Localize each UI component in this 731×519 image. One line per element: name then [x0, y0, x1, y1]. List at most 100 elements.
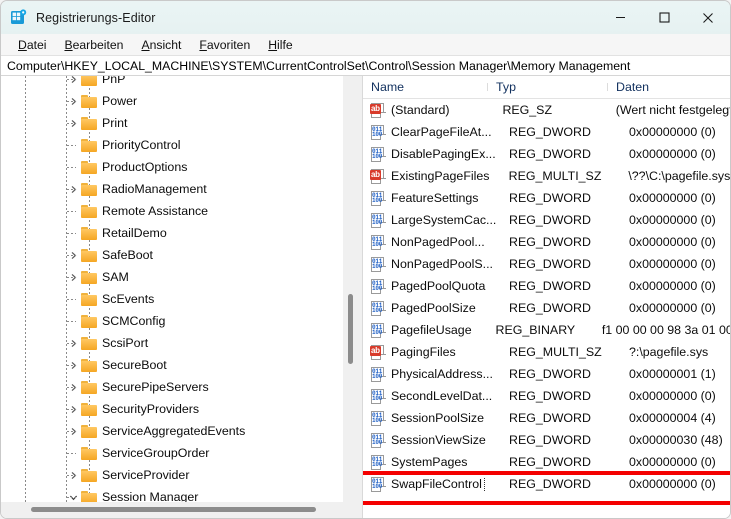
value-name: SecondLevelDat... [391, 389, 493, 403]
tree-item[interactable]: Session Manager [1, 486, 358, 502]
tree-item[interactable]: PnP [1, 76, 358, 90]
table-row[interactable]: 011 100 SystemPages REG_DWORD 0x00000000 (0) [363, 451, 730, 473]
tree-connector [67, 453, 76, 454]
value-type: REG_BINARY [495, 323, 576, 337]
value-type: REG_DWORD [509, 433, 591, 447]
tree-item[interactable]: SecureBoot [1, 354, 358, 376]
tree-connector [67, 255, 76, 256]
table-row[interactable]: 011 100 PagefileUsage REG_BINARY f1 00 00 00… [363, 319, 730, 341]
folder-icon [81, 116, 97, 130]
table-row[interactable]: ab (Standard) REG_SZ (Wert nicht festgelegt… [363, 99, 730, 121]
value-type: REG_MULTI_SZ [509, 345, 602, 359]
tree-item-label: ProductOptions [102, 160, 188, 174]
menu-item-ansicht[interactable]: Ansicht [132, 37, 190, 53]
tree-item-label: Print [102, 116, 128, 130]
tree-item-label: SAM [102, 270, 129, 284]
tree-item[interactable]: ProductOptions [1, 156, 358, 178]
tree-item[interactable]: SafeBoot [1, 244, 358, 266]
table-row[interactable]: 011 100 NonPagedPoolS... REG_DWORD 0x0000000… [363, 253, 730, 275]
value-data: \??\C:\pagefile.sys [628, 169, 730, 183]
close-button[interactable] [686, 1, 730, 34]
menu-bar: Datei Bearbeiten Ansicht Favoriten Hilfe [1, 34, 730, 55]
tree-connector [67, 387, 76, 388]
tree-hscroll-thumb[interactable] [31, 507, 316, 512]
value-type: REG_DWORD [509, 411, 591, 425]
table-row[interactable]: 011 100 PagedPoolQuota REG_DWORD 0x00000000 … [363, 275, 730, 297]
table-row[interactable]: 011 100 PhysicalAddress... REG_DWORD 0x00000… [363, 363, 730, 385]
menu-item-favoriten[interactable]: Favoriten [190, 37, 259, 53]
menu-item-datei[interactable]: Datei [9, 37, 55, 53]
table-row[interactable]: 011 100 LargeSystemCac... REG_DWORD 0x000000… [363, 209, 730, 231]
tree-pane: PnP Power Print PriorityControl ProductOptio… [1, 76, 358, 518]
table-row[interactable]: 011 100 SessionPoolSize REG_DWORD 0x00000004… [363, 407, 730, 429]
tree-item[interactable]: SecurePipeServers [1, 376, 358, 398]
table-row[interactable]: 011 100 SecondLevelDat... REG_DWORD 0x000000… [363, 385, 730, 407]
maximize-button[interactable] [642, 1, 686, 34]
minimize-button[interactable] [598, 1, 642, 34]
column-header-data[interactable]: Daten [608, 80, 730, 94]
tree-item-label: SecurePipeServers [102, 380, 209, 394]
value-name: PhysicalAddress... [391, 367, 493, 381]
dword-value-icon: 011 100 [370, 366, 386, 382]
table-row[interactable]: 011 100 SessionViewSize REG_DWORD 0x00000030… [363, 429, 730, 451]
value-type: REG_DWORD [509, 147, 591, 161]
values-list[interactable]: ab (Standard) REG_SZ (Wert nicht festgelegt… [363, 99, 730, 518]
table-row[interactable]: 011 100 SwapFileControl REG_DWORD 0x00000000… [363, 473, 730, 495]
window-controls [598, 1, 730, 34]
value-data: 0x00000000 (0) [629, 257, 716, 271]
table-row[interactable]: ab PagingFiles REG_MULTI_SZ ?:\pagefile.sys [363, 341, 730, 363]
chevron-down-icon[interactable] [65, 486, 81, 502]
tree-horizontal-scrollbar[interactable] [1, 502, 358, 518]
column-header-type[interactable]: Typ [488, 80, 608, 94]
tree-item[interactable]: SCMConfig [1, 310, 358, 332]
value-type: REG_DWORD [509, 455, 591, 469]
tree-item-label: PnP [102, 76, 126, 86]
content-panes: PnP Power Print PriorityControl ProductOptio… [1, 76, 730, 518]
tree-item[interactable]: ServiceAggregatedEvents [1, 420, 358, 442]
dword-value-icon: 011 100 [370, 256, 386, 272]
tree-item[interactable]: ServiceProvider [1, 464, 358, 486]
folder-icon [81, 402, 97, 416]
table-row[interactable]: 011 100 FeatureSettings REG_DWORD 0x00000000… [363, 187, 730, 209]
menu-item-bearbeiten[interactable]: Bearbeiten [55, 37, 132, 53]
tree-item[interactable]: ServiceGroupOrder [1, 442, 358, 464]
tree-connector [67, 299, 76, 300]
tree-connector [67, 123, 76, 124]
table-row[interactable]: 011 100 DisablePagingEx... REG_DWORD 0x00000… [363, 143, 730, 165]
tree-item[interactable]: SAM [1, 266, 358, 288]
table-row[interactable]: 011 100 ClearPageFileAt... REG_DWORD 0x00000… [363, 121, 730, 143]
table-row[interactable]: 011 100 PagedPoolSize REG_DWORD 0x00000000 (… [363, 297, 730, 319]
tree-item[interactable]: PriorityControl [1, 134, 358, 156]
tree-connector [67, 145, 76, 146]
registry-tree[interactable]: PnP Power Print PriorityControl ProductOptio… [1, 76, 358, 502]
tree-connector [67, 343, 76, 344]
menu-item-hilfe[interactable]: Hilfe [259, 37, 301, 53]
value-name: PagedPoolSize [391, 301, 476, 315]
dword-value-icon: 011 100 [370, 300, 386, 316]
table-row[interactable]: 011 100 NonPagedPool... REG_DWORD 0x00000000… [363, 231, 730, 253]
address-bar[interactable]: Computer\HKEY_LOCAL_MACHINE\SYSTEM\Curre… [1, 55, 730, 76]
tree-item[interactable]: RadioManagement [1, 178, 358, 200]
tree-item-label: SecurityProviders [102, 402, 200, 416]
tree-item[interactable]: ScEvents [1, 288, 358, 310]
dword-value-icon: 011 100 [370, 146, 386, 162]
table-row[interactable]: ab ExistingPageFiles REG_MULTI_SZ \??\C:\pa… [363, 165, 730, 187]
tree-item-label: Power [102, 94, 138, 108]
dword-value-icon: 011 100 [370, 454, 386, 470]
tree-item[interactable]: Remote Assistance [1, 200, 358, 222]
tree-vertical-scrollbar[interactable] [343, 76, 358, 502]
tree-item[interactable]: Power [1, 90, 358, 112]
value-name: SessionPoolSize [391, 411, 484, 425]
folder-icon [81, 270, 97, 284]
tree-item[interactable]: RetailDemo [1, 222, 358, 244]
tree-item[interactable]: ScsiPort [1, 332, 358, 354]
tree-item[interactable]: Print [1, 112, 358, 134]
value-name: PagingFiles [391, 345, 456, 359]
dword-value-icon: 011 100 [370, 432, 386, 448]
column-header-name[interactable]: Name [363, 80, 488, 94]
tree-item[interactable]: SecurityProviders [1, 398, 358, 420]
tree-vscroll-thumb[interactable] [348, 294, 353, 364]
list-header: Name Typ Daten [363, 76, 730, 99]
tree-connector [67, 277, 76, 278]
folder-icon [81, 204, 97, 218]
